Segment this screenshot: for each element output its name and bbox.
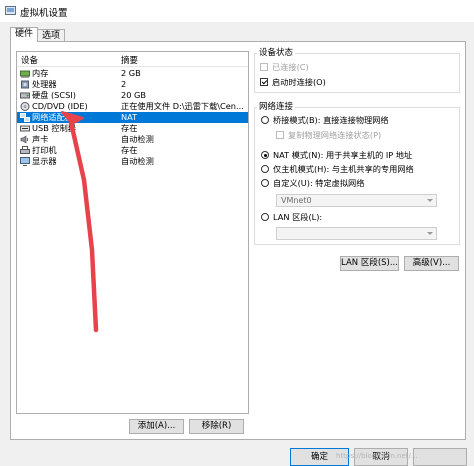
watermark: https://blog.csdn.net/... [336, 452, 418, 460]
annotation-arrow [61, 111, 99, 333]
tab-hardware[interactable]: 硬件 [10, 27, 38, 42]
help-button[interactable] [413, 448, 467, 466]
